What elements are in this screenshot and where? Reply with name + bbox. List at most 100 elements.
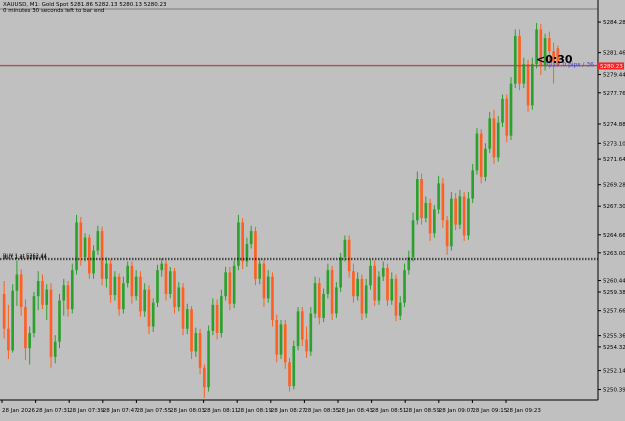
price-tick-label: 5274.88 <box>603 122 625 128</box>
candle-body <box>467 198 470 236</box>
candle <box>181 283 185 336</box>
candle-body <box>232 265 236 304</box>
candle-body <box>139 276 142 312</box>
time-tick-label: 28 Jan 08:03 <box>170 408 205 414</box>
candle-body <box>296 311 300 347</box>
candle <box>415 171 419 225</box>
candle-body <box>215 304 219 334</box>
candle-body <box>407 257 411 271</box>
candle <box>220 289 223 338</box>
candle-body <box>445 220 449 247</box>
candle <box>386 263 389 306</box>
candle-body <box>343 239 347 258</box>
candle-body <box>24 307 27 349</box>
candle <box>228 266 232 311</box>
candle-body <box>207 330 210 388</box>
candle-body <box>160 263 164 271</box>
chart-background <box>0 0 625 417</box>
chart-info-header: XAUUSD, M1: Gold Spot 5281.86 5282.13 52… <box>3 2 167 14</box>
candle-body <box>415 179 419 221</box>
candle-body <box>292 346 296 387</box>
candle <box>454 193 457 231</box>
candle-body <box>513 35 517 84</box>
candle-body <box>352 271 355 297</box>
candle-body <box>437 183 440 210</box>
candle-body <box>335 287 338 314</box>
candle <box>420 173 423 225</box>
candle-body <box>194 333 198 352</box>
candle <box>475 128 479 175</box>
candle-body <box>79 222 83 258</box>
price-tick-label: 5257.66 <box>603 309 625 315</box>
candle-body <box>522 64 526 84</box>
candle-body <box>36 280 40 297</box>
candle <box>88 234 91 279</box>
candle-body <box>271 276 274 321</box>
price-axis: 5284.28 5281.46 5279.44 5277.76 5274.88 5273.… <box>598 20 625 394</box>
candle-body <box>330 270 334 314</box>
candle-body <box>377 276 381 301</box>
candlestick-chart[interactable]: BUY 1 at 5262.44BUY 1 at 5262.447217.0 p… <box>0 0 625 417</box>
candle-body <box>117 276 121 310</box>
candle <box>139 271 142 317</box>
time-tick-label: 28 Jan 09:15 <box>472 408 507 414</box>
candle <box>32 291 36 338</box>
candle <box>11 284 14 353</box>
candle-body <box>369 265 372 286</box>
candle <box>484 143 487 182</box>
time-tick-label: 28 Jan 08:35 <box>304 408 339 414</box>
candle-body <box>181 287 185 329</box>
candle-body <box>300 311 304 340</box>
price-tick-label: 5273.10 <box>603 141 625 147</box>
candle-body <box>373 265 377 301</box>
candle <box>173 267 176 314</box>
candle <box>156 264 159 308</box>
candle-body <box>15 274 19 291</box>
candle-body <box>254 231 257 279</box>
candle-body <box>177 287 181 308</box>
candle <box>462 192 466 241</box>
candle <box>70 263 74 314</box>
candle-body <box>66 285 70 310</box>
candle-body <box>126 265 129 284</box>
candle <box>271 272 274 327</box>
candle-body <box>428 202 432 234</box>
candle-body <box>530 64 534 106</box>
candle-body <box>49 289 53 357</box>
candle-body <box>198 333 202 368</box>
candle-body <box>53 341 57 357</box>
candle-body <box>403 270 406 303</box>
candle-body <box>130 265 134 297</box>
candle-body <box>190 309 193 352</box>
candle-body <box>220 296 223 334</box>
candle <box>254 226 257 286</box>
candle-body <box>168 271 172 294</box>
price-tick-label: 5271.64 <box>603 157 625 163</box>
chart-area[interactable]: BUY 1 at 5262.44 BUY 1 at 5262.44 7217.0 p… <box>0 0 625 417</box>
price-tick-label: 5255.36 <box>603 334 625 340</box>
candle <box>513 29 517 88</box>
time-tick-label: 28 Jan 2026 <box>2 408 35 414</box>
candle-body <box>134 276 138 297</box>
time-tick-label: 28 Jan 07:55 <box>136 408 171 414</box>
candle-body <box>364 285 368 314</box>
candle-body <box>441 183 445 221</box>
bar-timer-info: 0 minutes 30 seconds left to bar end <box>3 8 105 14</box>
candle-body <box>433 209 436 234</box>
time-tick-label: 28 Jan 07:31 <box>36 408 71 414</box>
candle-body <box>245 244 249 262</box>
candle-body <box>305 339 308 352</box>
candle <box>49 283 53 368</box>
candle-body <box>420 179 423 219</box>
candle <box>318 277 321 325</box>
candle-body <box>258 263 262 279</box>
candle-body <box>173 271 176 308</box>
time-tick-label: 28 Jan 08:11 <box>204 408 239 414</box>
candle-body <box>156 270 159 303</box>
candle <box>518 29 521 91</box>
price-tick-label: 5277.76 <box>603 91 625 97</box>
time-tick-label: 28 Jan 08:19 <box>237 408 272 414</box>
candle <box>373 260 377 306</box>
candle-body <box>318 283 321 318</box>
candle-body <box>32 296 36 334</box>
